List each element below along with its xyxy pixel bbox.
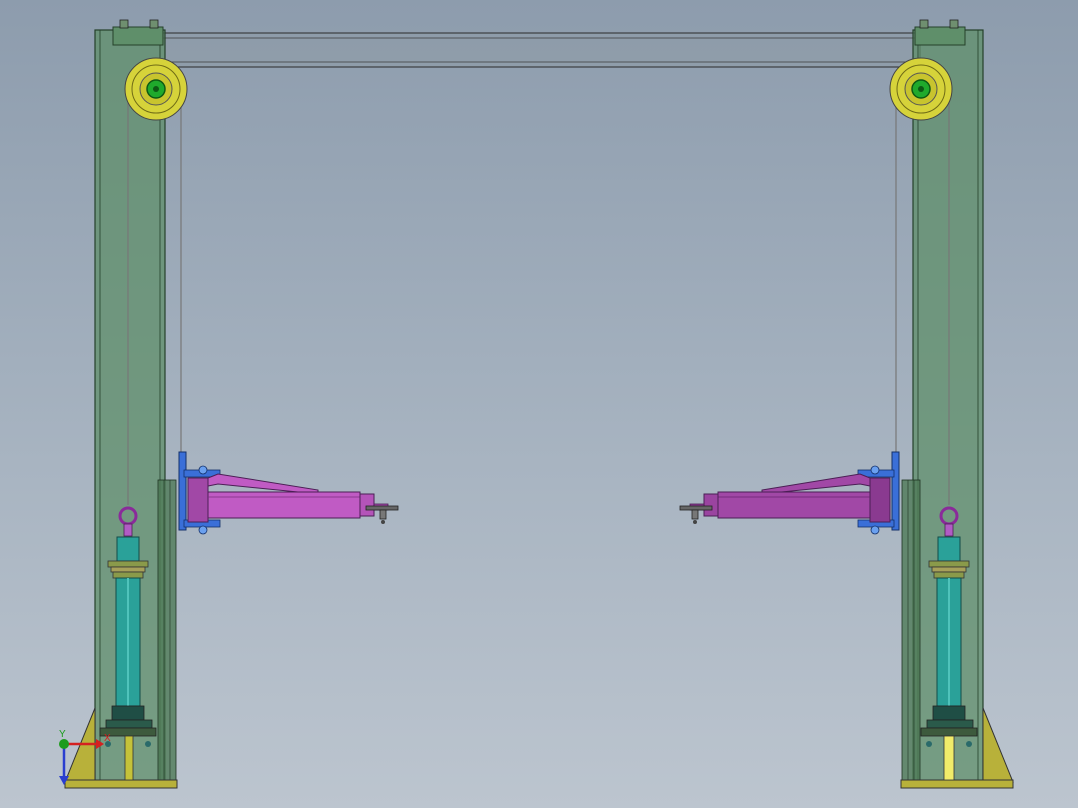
cad-viewport[interactable]: X Y — [0, 0, 1078, 808]
two-post-lift-drawing: X Y — [59, 19, 1014, 789]
top-cross-beam[interactable] — [159, 32, 921, 68]
left-lift-arm-icon[interactable] — [187, 473, 399, 524]
right-pulley-icon[interactable] — [889, 57, 953, 121]
triad-x-label: X — [104, 733, 111, 744]
left-pulley-icon[interactable] — [124, 57, 188, 121]
lift-cables — [127, 90, 950, 505]
triad-y-label: Y — [59, 729, 66, 740]
right-lift-arm-icon[interactable] — [679, 473, 891, 524]
